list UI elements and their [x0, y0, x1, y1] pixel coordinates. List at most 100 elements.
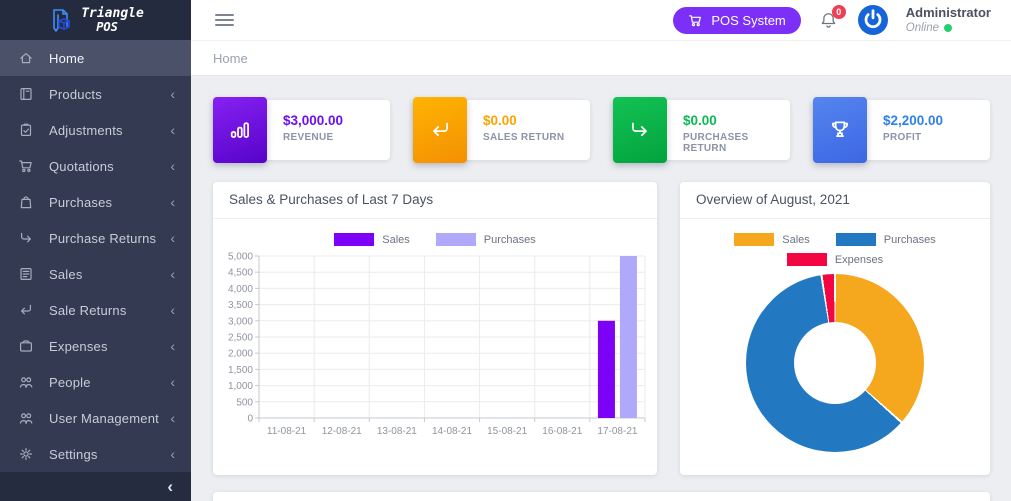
chevron-left-icon: ‹ — [170, 447, 175, 461]
sidebar-item-products[interactable]: Products‹ — [0, 76, 191, 112]
brand-logo[interactable]: Triangle POS — [0, 0, 191, 40]
user-menu[interactable]: Administrator Online — [906, 5, 991, 36]
stat-icon-box — [813, 97, 867, 163]
bar-chart-legend: Sales Purchases — [213, 233, 657, 246]
stat-value: $2,200.00 — [883, 113, 990, 128]
legend-item-purchases[interactable]: Purchases — [436, 233, 536, 246]
home-icon — [18, 50, 34, 66]
breadcrumb-current[interactable]: Home — [213, 51, 248, 66]
sidebar-item-user-management[interactable]: User Management‹ — [0, 400, 191, 436]
sidebar-item-expenses[interactable]: Expenses‹ — [0, 328, 191, 364]
legend-swatch — [787, 253, 827, 266]
chevron-left-icon: ‹ — [170, 267, 175, 281]
chevron-left-icon: ‹ — [170, 375, 175, 389]
sales-icon — [18, 266, 34, 282]
sidebar-item-label: Sales — [49, 267, 170, 282]
chevron-left-icon: ‹ — [170, 195, 175, 209]
stat-label: PURCHASES RETURN — [683, 132, 790, 154]
user-avatar[interactable] — [858, 5, 888, 35]
bottom-card — [213, 492, 990, 501]
donut-chart — [746, 274, 924, 452]
sidebar-item-sale-returns[interactable]: Sale Returns‹ — [0, 292, 191, 328]
top-header: POS System 0 Administrator — [191, 0, 1011, 40]
products-icon — [18, 86, 34, 102]
hamburger-menu-icon[interactable] — [213, 10, 236, 30]
sidebar-item-adjustments[interactable]: Adjustments‹ — [0, 112, 191, 148]
online-status-dot — [944, 24, 952, 32]
sidebar-item-label: Sale Returns — [49, 303, 170, 318]
app-root: Triangle POS HomeProducts‹Adjustments‹Qu… — [0, 0, 1011, 501]
sidebar-item-label: People — [49, 375, 170, 390]
svg-text:4,000: 4,000 — [228, 284, 253, 295]
svg-text:1,000: 1,000 — [228, 381, 253, 392]
sidebar-item-settings[interactable]: Settings‹ — [0, 436, 191, 472]
sidebar-nav: HomeProducts‹Adjustments‹Quotations‹Purc… — [0, 40, 191, 472]
svg-text:500: 500 — [236, 397, 253, 408]
stat-label: PROFIT — [883, 132, 990, 143]
sidebar-item-label: Home — [49, 51, 175, 66]
svg-text:2,000: 2,000 — [228, 349, 253, 360]
chevron-left-icon: ‹ — [170, 123, 175, 137]
main-area: POS System 0 Administrator — [191, 0, 1011, 501]
stat-icon-box — [413, 97, 467, 163]
sidebar-collapse-button[interactable]: ‹ — [167, 478, 173, 495]
trophy-icon — [828, 118, 852, 142]
svg-text:13-08-21: 13-08-21 — [377, 426, 417, 437]
svg-text:2,500: 2,500 — [228, 333, 253, 344]
svg-text:3,000: 3,000 — [228, 316, 253, 327]
user-management-icon — [18, 410, 34, 426]
overview-donut-card: Overview of August, 2021 SalesPurchasesE… — [680, 182, 990, 475]
legend-label: Expenses — [835, 254, 883, 266]
chevron-left-icon: ‹ — [170, 231, 175, 245]
stat-label: REVENUE — [283, 132, 390, 143]
svg-text:11-08-21: 11-08-21 — [267, 426, 307, 437]
chevron-left-icon: ‹ — [170, 87, 175, 101]
charts-row: Sales & Purchases of Last 7 Days Sales Pu… — [213, 182, 990, 475]
stats-row: $3,000.00REVENUE$0.00SALES RETURN$0.00PU… — [213, 97, 990, 160]
return-left-icon — [428, 118, 452, 142]
legend-item-purchases[interactable]: Purchases — [836, 233, 936, 246]
sidebar-item-quotations[interactable]: Quotations‹ — [0, 148, 191, 184]
header-actions: POS System 0 Administrator — [673, 5, 991, 36]
stat-card-profit: $2,200.00 PROFIT — [813, 100, 990, 160]
pos-system-button-label: POS System — [711, 13, 785, 28]
donut-chart-body: Sales Purchases Expenses — [680, 233, 990, 452]
sidebar-item-purchases[interactable]: Purchases‹ — [0, 184, 191, 220]
sidebar-item-label: Adjustments — [49, 123, 170, 138]
page-content: $3,000.00REVENUE$0.00SALES RETURN$0.00PU… — [191, 76, 1011, 501]
svg-text:0: 0 — [247, 414, 253, 425]
user-status-label: Online — [906, 21, 939, 35]
sidebar: Triangle POS HomeProducts‹Adjustments‹Qu… — [0, 0, 191, 501]
svg-text:15-08-21: 15-08-21 — [487, 426, 527, 437]
legend-item-expenses[interactable]: Expenses — [787, 253, 883, 266]
stat-card-revenue: $3,000.00REVENUE — [213, 100, 390, 160]
legend-swatch — [734, 233, 774, 246]
bar-chart-title: Sales & Purchases of Last 7 Days — [213, 182, 657, 219]
sidebar-item-label: Purchase Returns — [49, 231, 170, 246]
pos-system-button[interactable]: POS System — [673, 7, 800, 34]
sidebar-item-label: Purchases — [49, 195, 170, 210]
notification-count-badge: 0 — [832, 5, 846, 19]
purchases-icon — [18, 194, 34, 210]
sidebar-item-label: Products — [49, 87, 170, 102]
sidebar-item-sales[interactable]: Sales‹ — [0, 256, 191, 292]
stat-card-purchases-return: $0.00PURCHASES RETURN — [613, 100, 790, 160]
sidebar-item-people[interactable]: People‹ — [0, 364, 191, 400]
sales-purchases-chart-card: Sales & Purchases of Last 7 Days Sales Pu… — [213, 182, 657, 475]
user-status: Online — [906, 21, 991, 35]
legend-item-sales[interactable]: Sales — [334, 233, 410, 246]
brand-name-line2: POS — [81, 21, 144, 33]
sidebar-item-label: User Management — [49, 411, 170, 426]
breadcrumb: Home — [191, 40, 1011, 76]
legend-swatch — [836, 233, 876, 246]
notifications-bell[interactable]: 0 — [819, 11, 838, 30]
stat-text: $0.00PURCHASES RETURN — [683, 100, 790, 154]
svg-text:14-08-21: 14-08-21 — [432, 426, 472, 437]
donut-chart-legend: Sales Purchases Expenses — [719, 233, 951, 266]
bar-chart-icon — [228, 118, 252, 142]
sidebar-item-label: Settings — [49, 447, 170, 462]
legend-label: Purchases — [484, 234, 536, 246]
legend-item-sales[interactable]: Sales — [734, 233, 810, 246]
sidebar-item-home[interactable]: Home — [0, 40, 191, 76]
sidebar-item-purchase-returns[interactable]: Purchase Returns‹ — [0, 220, 191, 256]
